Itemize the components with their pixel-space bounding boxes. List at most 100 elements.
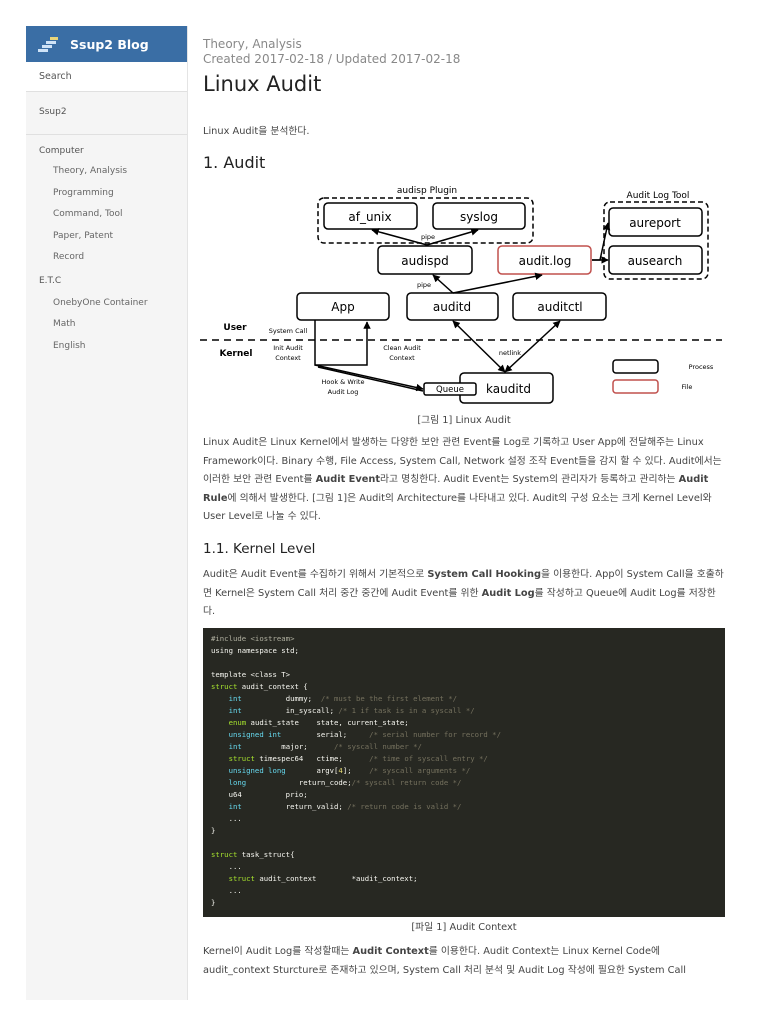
- svg-text:aureport: aureport: [629, 216, 681, 230]
- svg-text:Context: Context: [275, 354, 301, 362]
- code-token: dummy;: [241, 694, 321, 703]
- code-token: int: [228, 742, 242, 751]
- code-token: /* must be the first element */: [320, 694, 458, 703]
- code-line: struct audit_context *audit_context;: [211, 873, 717, 885]
- svg-text:kauditd: kauditd: [486, 382, 531, 396]
- code-line: enum audit_state state, current_state;: [211, 717, 717, 729]
- code-token: return_code;: [246, 778, 352, 787]
- code-token: template <class T>: [211, 670, 291, 679]
- svg-text:Init Audit: Init Audit: [273, 344, 303, 352]
- code-token: /* syscall return code */: [351, 778, 462, 787]
- code-line: #include <iostream>: [211, 633, 717, 645]
- code-token: unsigned long: [228, 766, 286, 775]
- svg-text:App: App: [331, 300, 354, 314]
- heading-kernel-level: 1.1. Kernel Level: [203, 541, 316, 557]
- paragraph-audit-context: Kernel이 Audit Log를 작성할때는 Audit Context를 …: [203, 946, 686, 976]
- code-token: using namespace std;: [211, 646, 299, 655]
- code-token: return_valid;: [241, 802, 348, 811]
- svg-text:netlink: netlink: [499, 349, 521, 357]
- code-token: /* syscall number */: [334, 742, 422, 751]
- figure-caption: [그림 1] Linux Audit: [417, 415, 511, 426]
- code-token: /* syscall arguments */: [369, 766, 471, 775]
- svg-text:ausearch: ausearch: [628, 254, 683, 268]
- code-line: unsigned long argv[4]; /* syscall argume…: [211, 765, 717, 777]
- code-token: ];: [342, 766, 370, 775]
- svg-text:Hook & Write: Hook & Write: [322, 378, 365, 386]
- linux-audit-diagram: audisp Plugin Audit Log Tool af_unix sys…: [200, 186, 722, 404]
- svg-text:Queue: Queue: [436, 385, 464, 395]
- code-line: unsigned int serial; /* serial number fo…: [211, 729, 717, 741]
- code-token: }: [211, 826, 216, 835]
- code-line: struct audit_context {: [211, 681, 717, 693]
- code-token: /* time of syscall entry */: [369, 754, 488, 763]
- svg-text:User: User: [223, 323, 247, 333]
- svg-text:af_unix: af_unix: [348, 210, 391, 224]
- code-token: struct: [211, 850, 238, 859]
- svg-text:pipe: pipe: [421, 233, 435, 241]
- code-line: int return_valid; /* return code is vali…: [211, 801, 717, 813]
- code-line: }: [211, 897, 717, 909]
- svg-text:Audit Log Tool: Audit Log Tool: [627, 191, 690, 201]
- svg-text:audispd: audispd: [401, 254, 448, 268]
- code-token: ...: [211, 862, 242, 871]
- code-token: audit_state state, current_state;: [246, 718, 409, 727]
- svg-text:syslog: syslog: [460, 210, 498, 224]
- code-token: task_struct{: [237, 850, 295, 859]
- code-token: argv[: [285, 766, 339, 775]
- code-token: in_syscall;: [241, 706, 339, 715]
- code-token: unsigned int: [228, 730, 282, 739]
- code-token: audit_context *audit_context;: [254, 874, 418, 883]
- code-token: long: [228, 778, 247, 787]
- code-caption: [파일 1] Audit Context: [411, 922, 517, 933]
- code-token: }: [211, 898, 216, 907]
- code-line: template <class T>: [211, 669, 717, 681]
- code-line: struct timespec64 ctime; /* time of sysc…: [211, 753, 717, 765]
- code-line: int major; /* syscall number */: [211, 741, 717, 753]
- code-token: /* serial number for record */: [369, 730, 501, 739]
- code-token: struct: [211, 682, 238, 691]
- code-line: }: [211, 825, 717, 837]
- paragraph-kernel-level: Audit은 Audit Event를 수집하기 위해서 기본적으로 Syste…: [203, 569, 724, 618]
- code-line: ...: [211, 861, 717, 873]
- svg-text:auditd: auditd: [433, 300, 471, 314]
- svg-text:System Call: System Call: [269, 327, 308, 335]
- code-token: struct: [228, 754, 255, 763]
- code-token: int: [228, 706, 242, 715]
- code-token: timespec64 ctime;: [254, 754, 370, 763]
- svg-text:Context: Context: [389, 354, 415, 362]
- code-token: /* 1 if task is in a syscall */: [338, 706, 475, 715]
- code-token: /* return code is valid */: [347, 802, 462, 811]
- code-token: serial;: [281, 730, 370, 739]
- svg-text:File: File: [682, 383, 693, 391]
- code-line: u64 prio;: [211, 789, 717, 801]
- code-token: ...: [211, 886, 242, 895]
- paragraph-overview: Linux Audit은 Linux Kernel에서 발생하는 다양한 보안 …: [203, 437, 722, 523]
- svg-text:audit.log: audit.log: [519, 254, 572, 268]
- code-token: audit_context {: [237, 682, 308, 691]
- code-line: struct task_struct{: [211, 849, 717, 861]
- code-line: ...: [211, 885, 717, 897]
- svg-text:auditctl: auditctl: [537, 300, 582, 314]
- svg-text:audisp Plugin: audisp Plugin: [397, 186, 457, 196]
- code-line: using namespace std;: [211, 645, 717, 657]
- code-token: struct: [228, 874, 255, 883]
- svg-text:Audit Log: Audit Log: [328, 388, 359, 396]
- code-line: int dummy; /* must be the first element …: [211, 693, 717, 705]
- code-token: major;: [241, 742, 335, 751]
- code-line: int in_syscall; /* 1 if task is in a sys…: [211, 705, 717, 717]
- code-token: ...: [211, 814, 242, 823]
- code-token: enum: [228, 718, 247, 727]
- code-token: int: [228, 694, 242, 703]
- code-token: u64 prio;: [211, 790, 308, 799]
- code-block: #include <iostream> using namespace std; t…: [203, 628, 725, 917]
